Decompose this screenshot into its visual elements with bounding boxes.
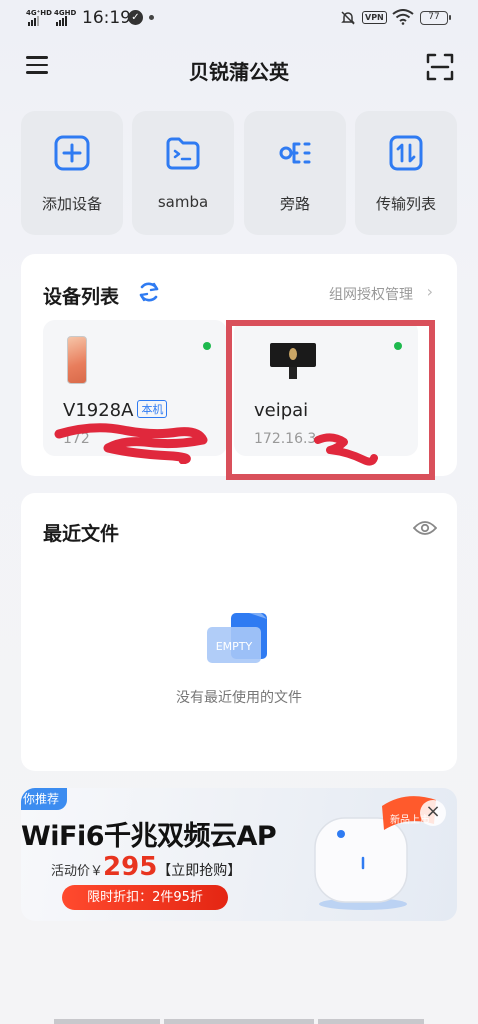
device-list-title: 设备列表 (43, 286, 120, 308)
online-status-dot (203, 342, 211, 350)
promo-banner[interactable]: 你推荐 WiFi6千兆双频云AP 活动价￥295【立即抢购】 限时折扣：2件95… (21, 788, 457, 921)
samba-folder-icon (166, 137, 200, 170)
tile-label: 添加设备 (41, 195, 102, 213)
bottom-home-bar (0, 1019, 478, 1024)
notification-dot-icon (149, 15, 154, 20)
check-circle-icon: ✓ (128, 10, 143, 25)
empty-state-text: 没有最近使用的文件 (176, 690, 302, 706)
tile-label: samba (157, 193, 209, 211)
buy-now-link[interactable]: 【立即抢购】 (157, 863, 241, 879)
price-value: 295 (103, 852, 158, 882)
recent-files-title: 最近文件 (43, 523, 120, 545)
app-header: 贝锐蒲公英 (0, 44, 478, 90)
eye-icon[interactable] (413, 519, 437, 537)
tile-samba[interactable]: samba (132, 111, 234, 235)
price-row: 活动价￥295【立即抢购】 (51, 852, 241, 882)
phone-device-image (67, 336, 87, 384)
battery-indicator: 77 (420, 11, 451, 25)
scan-icon[interactable] (425, 52, 455, 82)
local-device-badge: 本机 (137, 400, 168, 418)
device-name: V1928A 本机 (63, 400, 168, 421)
device-item[interactable]: V1928A 本机 172 (43, 320, 227, 464)
clock: 16:19 (82, 8, 131, 28)
tile-add-device[interactable]: 添加设备 (21, 111, 123, 235)
empty-label: EMPTY (216, 640, 253, 653)
wifi-icon (392, 9, 414, 25)
close-banner-icon[interactable]: × (420, 800, 446, 826)
network-auth-link[interactable]: 组网授权管理 (329, 284, 413, 304)
price-label: 活动价￥ (51, 864, 104, 879)
discount-pill[interactable]: 限时折扣：2件95折 (62, 885, 228, 910)
banner-headline: WiFi6千兆双频云AP (21, 821, 277, 852)
refresh-icon[interactable] (137, 279, 161, 305)
tile-transfer-list[interactable]: 传输列表 (355, 111, 457, 235)
highlight-annotation-box (226, 320, 435, 480)
tile-label: 传输列表 (375, 195, 436, 213)
quick-actions: 添加设备 samba 旁路 传输列表 (21, 111, 457, 235)
tile-bypass[interactable]: 旁路 (244, 111, 346, 235)
bell-muted-icon (341, 11, 355, 25)
empty-files-icon: EMPTY (207, 613, 267, 663)
add-device-icon (54, 135, 90, 171)
tile-label: 旁路 (279, 195, 310, 213)
signal-icon-2 (56, 16, 67, 26)
transfer-list-icon (389, 135, 423, 171)
page-title: 贝锐蒲公英 (189, 60, 289, 84)
chevron-right-icon[interactable]: › (427, 282, 433, 301)
recommend-tag: 你推荐 (21, 788, 68, 810)
status-bar: 4G⁺HD 4GHD 16:19 ✓ VPN 77 (0, 0, 478, 36)
redaction-scribble (54, 423, 208, 464)
vpn-badge: VPN (362, 11, 387, 24)
signal-icon-1 (28, 16, 39, 26)
bypass-icon (279, 142, 311, 164)
recent-files-card: 最近文件 EMPTY 没有最近使用的文件 (21, 493, 457, 771)
